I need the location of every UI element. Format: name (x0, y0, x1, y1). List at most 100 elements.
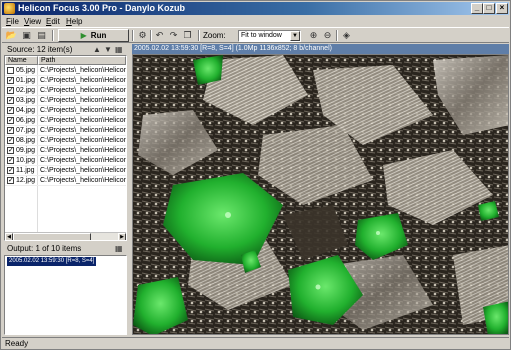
scroll-right-icon[interactable]: ▶ (118, 233, 126, 240)
file-path: C:\Projects\_helicon\Helicon (40, 97, 127, 104)
toolbar-separator (150, 30, 152, 41)
menu-view[interactable]: View (24, 16, 41, 27)
checkbox-checked[interactable]: ✓ (7, 177, 14, 184)
file-path: C:\Projects\_helicon\Helicon (40, 127, 127, 134)
undo-icon[interactable]: ↶ (153, 29, 166, 42)
output-list[interactable]: 2005.02.02 13:59:30 [R=8, S=4] (4, 255, 127, 335)
chevron-down-icon[interactable]: ▼ (290, 31, 300, 41)
file-row[interactable]: ✓ 07.jpg C:\Projects\_helicon\Helicon (5, 126, 126, 136)
redo-icon[interactable]: ↷ (167, 29, 180, 42)
file-path: C:\Projects\_helicon\Helicon (40, 117, 127, 124)
window-title: Helicon Focus 3.00 Pro - Danylo Kozub (18, 3, 186, 13)
file-name: 10.jpg (16, 157, 36, 164)
close-button[interactable]: × (496, 3, 508, 14)
status-text: Ready (5, 339, 29, 348)
source-file-list[interactable]: Name Path 05.jpg C:\Projects\_helicon\Hel… (4, 55, 127, 241)
options-icon[interactable]: ▦ (115, 45, 123, 54)
scroll-left-icon[interactable]: ◀ (5, 233, 13, 240)
title-bar[interactable]: Helicon Focus 3.00 Pro - Danylo Kozub _ … (2, 2, 509, 15)
output-panel-header: Output: 1 of 10 items (4, 244, 127, 254)
file-row[interactable]: ✓ 04.jpg C:\Projects\_helicon\Helicon (5, 106, 126, 116)
checkbox-unchecked[interactable] (7, 67, 14, 74)
checkbox-checked[interactable]: ✓ (7, 127, 14, 134)
app-icon (4, 3, 15, 14)
column-header-name[interactable]: Name (5, 56, 38, 65)
file-name: 11.jpg (16, 167, 35, 174)
checkbox-checked[interactable]: ✓ (7, 157, 14, 164)
image-info-bar: 2005.02.02 13:59:30 [R=8, S=4] (1.0Mp 11… (132, 44, 509, 54)
result-image[interactable] (132, 54, 509, 335)
move-down-icon[interactable]: ▼ (104, 45, 112, 54)
zoom-label: Zoom: (203, 31, 226, 40)
file-name: 06.jpg (16, 117, 36, 124)
file-row[interactable]: ✓ 12.jpg C:\Projects\_helicon\Helicon (5, 176, 126, 186)
file-row[interactable]: ✓ 03.jpg C:\Projects\_helicon\Helicon (5, 96, 126, 106)
file-path: C:\Projects\_helicon\Helicon (40, 67, 127, 74)
checkbox-checked[interactable]: ✓ (7, 137, 14, 144)
save-output-icon[interactable]: ▦ (115, 244, 123, 253)
run-icon: ▶ (80, 31, 87, 40)
horizontal-scrollbar[interactable]: ◀ ▶ (5, 232, 126, 240)
file-row[interactable]: ✓ 06.jpg C:\Projects\_helicon\Helicon (5, 116, 126, 126)
copy-icon[interactable]: ❐ (181, 29, 194, 42)
checkbox-checked[interactable]: ✓ (7, 167, 14, 174)
scroll-thumb[interactable] (13, 233, 91, 240)
checkbox-checked[interactable]: ✓ (7, 97, 14, 104)
move-up-icon[interactable]: ▲ (93, 45, 101, 54)
tag-icon[interactable]: ◈ (340, 29, 353, 42)
checkbox-checked[interactable]: ✓ (7, 107, 14, 114)
zoom-in-icon[interactable]: ⊕ (307, 29, 320, 42)
toolbar-separator (52, 30, 54, 41)
file-path: C:\Projects\_helicon\Helicon (40, 147, 127, 154)
toolbar: 📂 ▣ ▤ ▶ Run ⚙ ↶ ↷ ❐ Zoom: Fit to window ▼… (2, 27, 509, 43)
file-path: C:\Projects\_helicon\Helicon (40, 77, 127, 84)
file-path: C:\Projects\_helicon\Helicon (40, 137, 127, 144)
checkbox-checked[interactable]: ✓ (7, 117, 14, 124)
app-window: Helicon Focus 3.00 Pro - Danylo Kozub _ … (0, 0, 511, 350)
settings-icon[interactable]: ⚙ (136, 29, 149, 42)
checkbox-checked[interactable]: ✓ (7, 87, 14, 94)
status-bar: Ready (2, 337, 509, 349)
file-path: C:\Projects\_helicon\Helicon (40, 177, 127, 184)
toolbar-separator (132, 30, 134, 41)
toolbar-separator (336, 30, 338, 41)
output-item[interactable]: 2005.02.02 13:59:30 [R=8, S=4] (7, 257, 97, 266)
microscope-image (133, 55, 508, 334)
file-name: 07.jpg (16, 127, 36, 134)
zoom-select[interactable]: Fit to window ▼ (238, 30, 301, 42)
menu-file[interactable]: File (6, 16, 19, 27)
file-row[interactable]: ✓ 10.jpg C:\Projects\_helicon\Helicon (5, 156, 126, 166)
file-name: 05.jpg (16, 67, 36, 74)
menu-help[interactable]: Help (66, 16, 82, 27)
file-name: 12.jpg (16, 177, 36, 184)
file-path: C:\Projects\_helicon\Helicon (40, 87, 127, 94)
file-name: 01.jpg (16, 77, 36, 84)
menu-edit[interactable]: Edit (46, 16, 60, 27)
file-row[interactable]: ✓ 01.jpg C:\Projects\_helicon\Helicon (5, 76, 126, 86)
minimize-button[interactable]: _ (471, 3, 483, 14)
file-name: 08.jpg (16, 137, 36, 144)
save-all-icon[interactable]: ▤ (35, 29, 48, 42)
file-row[interactable]: ✓ 09.jpg C:\Projects\_helicon\Helicon (5, 146, 126, 156)
toolbar-separator (198, 30, 200, 41)
save-icon[interactable]: ▣ (20, 29, 33, 42)
file-name: 03.jpg (16, 97, 36, 104)
checkbox-checked[interactable]: ✓ (7, 147, 14, 154)
zoom-out-icon[interactable]: ⊖ (321, 29, 334, 42)
maximize-button[interactable]: □ (483, 3, 495, 14)
file-row[interactable]: ✓ 08.jpg C:\Projects\_helicon\Helicon (5, 136, 126, 146)
file-name: 02.jpg (16, 87, 36, 94)
file-path: C:\Projects\_helicon\Helicon (40, 167, 127, 174)
file-row[interactable]: 05.jpg C:\Projects\_helicon\Helicon (5, 66, 126, 76)
checkbox-checked[interactable]: ✓ (7, 77, 14, 84)
file-name: 09.jpg (16, 147, 36, 154)
file-row[interactable]: ✓ 02.jpg C:\Projects\_helicon\Helicon (5, 86, 126, 96)
run-button[interactable]: ▶ Run (58, 29, 129, 42)
column-header-path[interactable]: Path (38, 56, 126, 65)
file-path: C:\Projects\_helicon\Helicon (40, 157, 127, 164)
menu-bar: File View Edit Help (2, 16, 509, 27)
file-name: 04.jpg (16, 107, 36, 114)
file-row[interactable]: ✓ 11.jpg C:\Projects\_helicon\Helicon (5, 166, 126, 176)
open-folder-icon[interactable]: 📂 (5, 29, 18, 42)
file-path: C:\Projects\_helicon\Helicon (40, 107, 127, 114)
